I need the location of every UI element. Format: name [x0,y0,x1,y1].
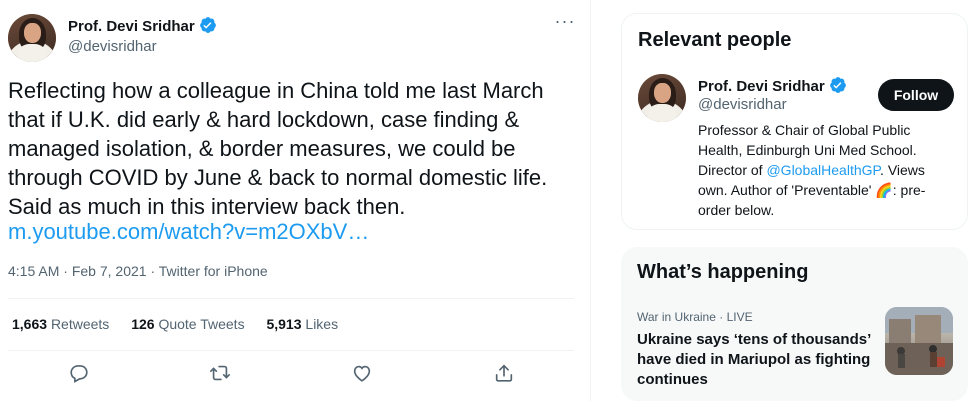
author-name-row[interactable]: Prof. Devi Sridhar [68,16,217,38]
retweets-count: 1,663 [12,316,48,332]
bio-mention-link[interactable]: @GlobalHealthGP [766,162,880,178]
verified-badge-icon [829,76,847,98]
author-avatar[interactable] [8,14,56,62]
trend-image[interactable] [885,307,953,375]
relevant-person-bio: Professor & Chair of Global Public Healt… [698,120,950,220]
tweet-actions [0,358,590,388]
tweet-source[interactable]: Twitter for iPhone [159,263,268,279]
meta-separator: · [150,263,159,279]
tweet-stats: 1,663 Retweets 126 Quote Tweets 5,913 Li… [12,316,356,332]
author-name[interactable]: Prof. Devi Sridhar [68,18,195,35]
retweet-icon[interactable] [209,362,231,384]
whats-happening-card: What’s happening War in Ukraine · LIVE U… [621,247,968,401]
tweet-date[interactable]: Feb 7, 2021 [72,263,147,279]
relevant-people-title: Relevant people [638,29,792,51]
likes-label: Likes [305,316,339,332]
tweet-meta: 4:15 AM · Feb 7, 2021 · Twitter for iPho… [8,263,268,279]
relevant-person-name-row[interactable]: Prof. Devi Sridhar [698,76,847,98]
author-handle[interactable]: @devisridhar [68,38,157,55]
likes-stat[interactable]: 5,913 Likes [266,316,338,332]
retweets-label: Retweets [50,316,110,332]
trend-headline[interactable]: Ukraine says ‘tens of thousands’ have di… [637,330,875,390]
relevant-person-name[interactable]: Prof. Devi Sridhar [698,78,825,95]
quotes-count: 126 [131,316,155,332]
more-options-icon[interactable]: ··· [553,12,577,34]
verified-badge-icon [199,16,217,38]
whats-happening-title: What’s happening [637,261,809,283]
relevant-person-avatar[interactable] [638,74,686,122]
divider [8,350,574,351]
quotes-label: Quote Tweets [158,316,245,332]
follow-button[interactable]: Follow [878,79,954,111]
tweet-text: Reflecting how a colleague in China told… [8,78,548,219]
relevant-people-card: Relevant people Prof. Devi Sridhar @devi… [621,13,968,230]
like-icon[interactable] [351,362,373,384]
relevant-person-handle[interactable]: @devisridhar [698,96,787,113]
retweets-stat[interactable]: 1,663 Retweets [12,316,109,332]
meta-separator: · [63,263,72,279]
likes-count: 5,913 [266,316,302,332]
tweet-time[interactable]: 4:15 AM [8,263,59,279]
share-icon[interactable] [493,362,515,384]
reply-icon[interactable] [68,362,90,384]
tweet-link[interactable]: m.youtube.com/watch?v=m2OXbV… [8,217,369,246]
trend-category: War in Ukraine · LIVE [637,310,753,324]
divider [8,298,574,299]
tweet-detail: Prof. Devi Sridhar @devisridhar ··· Refl… [0,0,591,401]
quote-tweets-stat[interactable]: 126 Quote Tweets [131,316,244,332]
